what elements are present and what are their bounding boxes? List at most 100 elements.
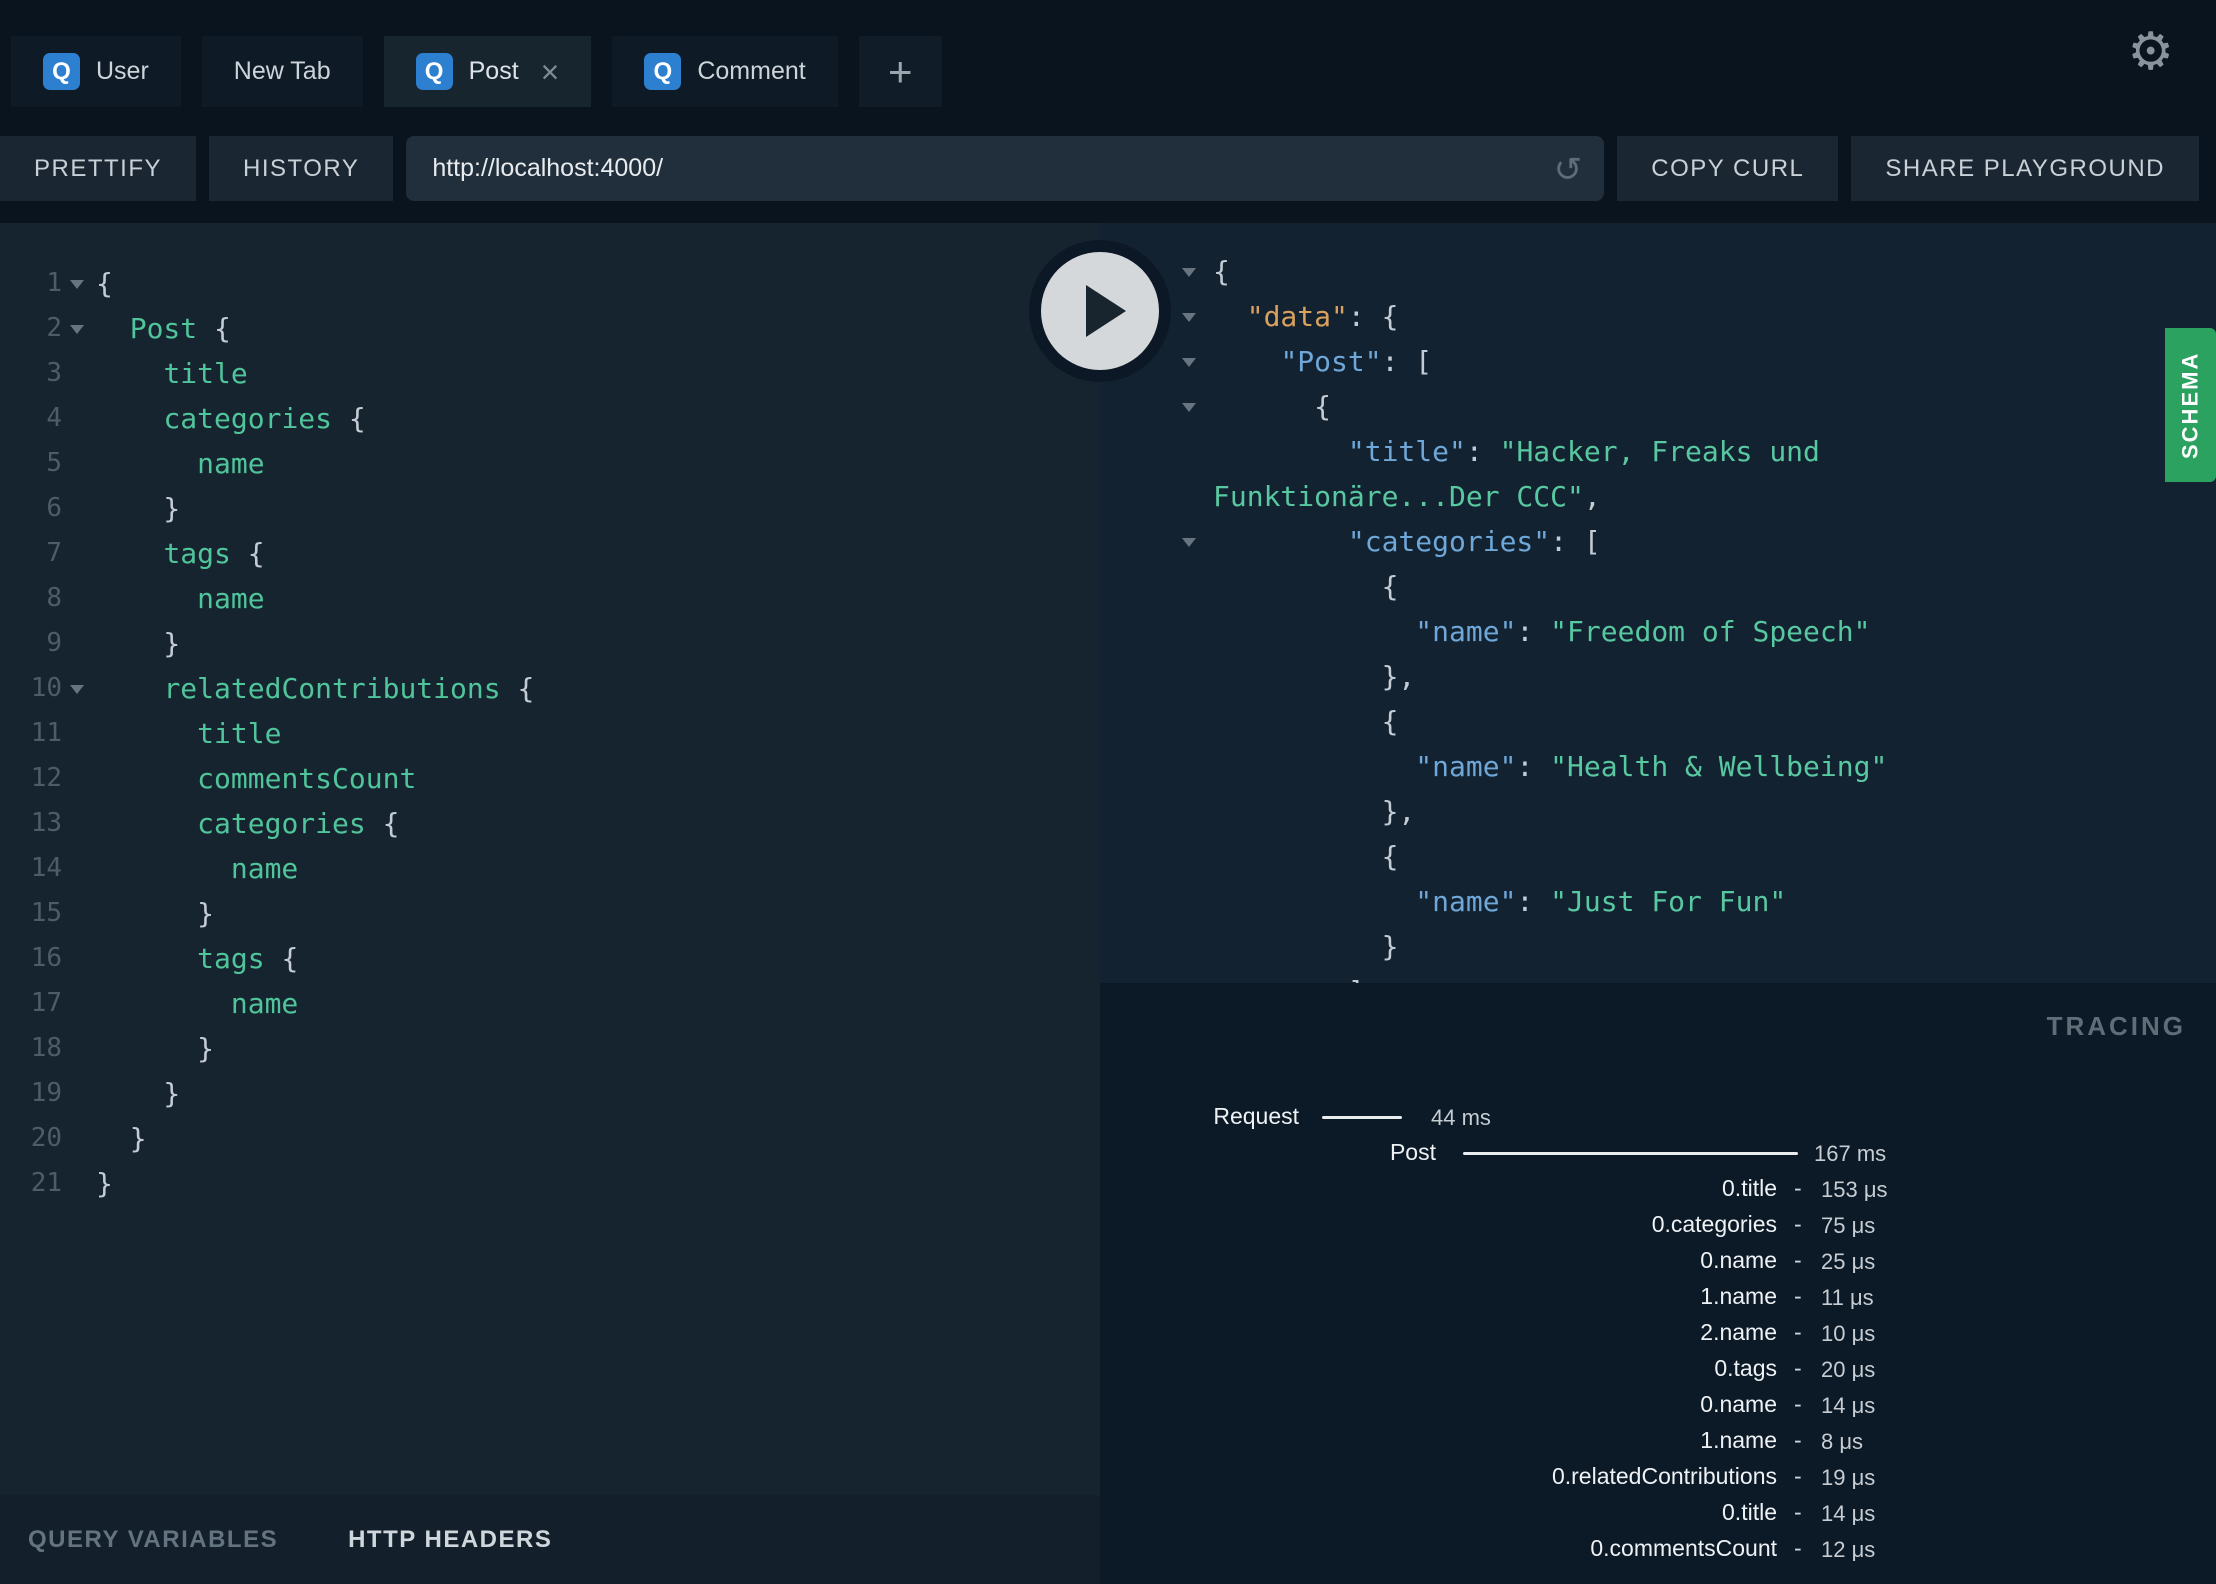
response-line: "categories": [ (1100, 519, 2216, 564)
trace-time: 12 μs (1821, 1537, 1876, 1562)
trace-time: 25 μs (1821, 1249, 1876, 1274)
response-line: "name": "Freedom of Speech" (1100, 609, 2216, 654)
response-line: } (1100, 924, 2216, 969)
response-line: { (1100, 834, 2216, 879)
response-line: }, (1100, 789, 2216, 834)
settings-gear-icon[interactable]: ⚙ (2127, 26, 2174, 78)
json-text: "name": "Health & Wellbeing" (1415, 750, 1888, 783)
trace-row: 0.title -153 μs (1100, 1173, 2216, 1209)
code-text: categories { (197, 807, 400, 840)
close-tab-icon[interactable]: × (541, 56, 560, 88)
fold-gutter (62, 711, 96, 756)
editor-line[interactable]: 10 relatedContributions { (0, 666, 1100, 711)
line-number: 8 (46, 583, 62, 613)
trace-time: 10 μs (1821, 1321, 1876, 1346)
tracing-title: TRACING (2046, 1011, 2186, 1041)
line-number: 3 (46, 358, 62, 388)
editor-line[interactable]: 12 commentsCount (0, 756, 1100, 801)
response-line: { (1100, 249, 2216, 294)
trace-row: 0.relatedContributions -19 μs (1100, 1461, 2216, 1497)
add-tab-button[interactable]: + (858, 36, 942, 107)
trace-row: 1.name -11 μs (1100, 1281, 2216, 1317)
line-number: 1 (46, 268, 62, 298)
code-text: title (163, 357, 248, 390)
response-line: "name": "Just For Fun" (1100, 879, 2216, 924)
tab-new-tab[interactable]: New Tab (201, 36, 363, 107)
reload-icon[interactable]: ↺ (1554, 150, 1583, 190)
trace-dash: - (1794, 1175, 1802, 1201)
trace-row: 0.name -14 μs (1100, 1389, 2216, 1425)
trace-row: Request 44 ms (1100, 1101, 2216, 1137)
response-line: { (1100, 564, 2216, 609)
fold-arrow-icon[interactable] (62, 261, 96, 306)
line-number: 2 (46, 313, 62, 343)
editor-line[interactable]: 20 } (0, 1116, 1100, 1161)
schema-tab[interactable]: SCHEMA (2165, 328, 2216, 482)
query-badge-icon: Q (43, 53, 80, 90)
trace-timeline-bar (1463, 1152, 1798, 1155)
trace-label: Post (1389, 1139, 1436, 1165)
editor-line[interactable]: 15 } (0, 891, 1100, 936)
editor-line[interactable]: 17 name (0, 981, 1100, 1026)
editor-line[interactable]: 11 title (0, 711, 1100, 756)
execute-button-circle (1041, 252, 1159, 370)
editor-line[interactable]: 16 tags { (0, 936, 1100, 981)
fold-gutter (62, 1161, 96, 1206)
editor-line[interactable]: 13 categories { (0, 801, 1100, 846)
tab-post[interactable]: Q Post × (383, 36, 592, 107)
json-text: { (1213, 390, 1332, 423)
line-number: 19 (30, 1078, 62, 1108)
trace-label: 2.name (1700, 1319, 1777, 1345)
json-text: "name": "Freedom of Speech" (1415, 615, 1871, 648)
history-button[interactable]: HISTORY (209, 136, 394, 201)
editor-footer: QUERY VARIABLES HTTP HEADERS (0, 1495, 1100, 1584)
code-text: tags { (163, 537, 265, 570)
http-headers-tab[interactable]: HTTP HEADERS (348, 1526, 552, 1554)
editor-line[interactable]: 1{ (0, 261, 1100, 306)
query-variables-tab[interactable]: QUERY VARIABLES (28, 1526, 278, 1554)
fold-arrow-icon[interactable] (62, 666, 96, 711)
editor-line[interactable]: 8 name (0, 576, 1100, 621)
query-editor-pane[interactable]: 1{2 Post {3 title 4 categories {5 name 6 }… (0, 223, 1100, 1584)
play-icon (1086, 285, 1126, 337)
tab-user[interactable]: Q User (11, 36, 181, 107)
editor-line[interactable]: 18 } (0, 1026, 1100, 1071)
trace-dash: - (1794, 1247, 1802, 1273)
line-number: 5 (46, 448, 62, 478)
json-text: }, (1213, 660, 1416, 693)
code-text: } (96, 492, 181, 525)
editor-line[interactable]: 9 } (0, 621, 1100, 666)
trace-dash: - (1794, 1283, 1802, 1309)
editor-line[interactable]: 3 title (0, 351, 1100, 396)
fold-arrow-icon[interactable] (1100, 519, 1213, 564)
tab-comment[interactable]: Q Comment (612, 36, 838, 107)
trace-label: 0.commentsCount (1590, 1535, 1777, 1561)
json-text: "Post": [ (1280, 345, 1433, 378)
fold-arrow-icon[interactable] (1100, 384, 1213, 429)
line-number: 12 (30, 763, 62, 793)
url-input[interactable] (406, 136, 1605, 201)
share-playground-button[interactable]: SHARE PLAYGROUND (1851, 136, 2199, 201)
line-number: 4 (46, 403, 62, 433)
fold-arrow-icon[interactable] (62, 306, 96, 351)
line-number: 6 (46, 493, 62, 523)
editor-line[interactable]: 14 name (0, 846, 1100, 891)
editor-line[interactable]: 19 } (0, 1071, 1100, 1116)
editor-line[interactable]: 5 name (0, 441, 1100, 486)
fold-gutter (1100, 969, 1213, 983)
response-line: "data": { (1100, 294, 2216, 339)
copy-curl-button[interactable]: COPY CURL (1617, 136, 1839, 201)
editor-line[interactable]: 21} (0, 1161, 1100, 1206)
trace-time: 14 μs (1821, 1501, 1876, 1526)
execute-query-button[interactable] (1029, 240, 1171, 382)
url-bar: ↺ (406, 136, 1605, 201)
editor-line[interactable]: 4 categories { (0, 396, 1100, 441)
editor-line[interactable]: 7 tags { (0, 531, 1100, 576)
prettify-button[interactable]: PRETTIFY (0, 136, 197, 201)
fold-gutter (62, 891, 96, 936)
editor-line[interactable]: 6 } (0, 486, 1100, 531)
response-line: Funktionäre...Der CCC", (1100, 474, 2216, 519)
editor-line[interactable]: 2 Post { (0, 306, 1100, 351)
fold-gutter (1100, 744, 1213, 789)
fold-gutter (1100, 609, 1213, 654)
